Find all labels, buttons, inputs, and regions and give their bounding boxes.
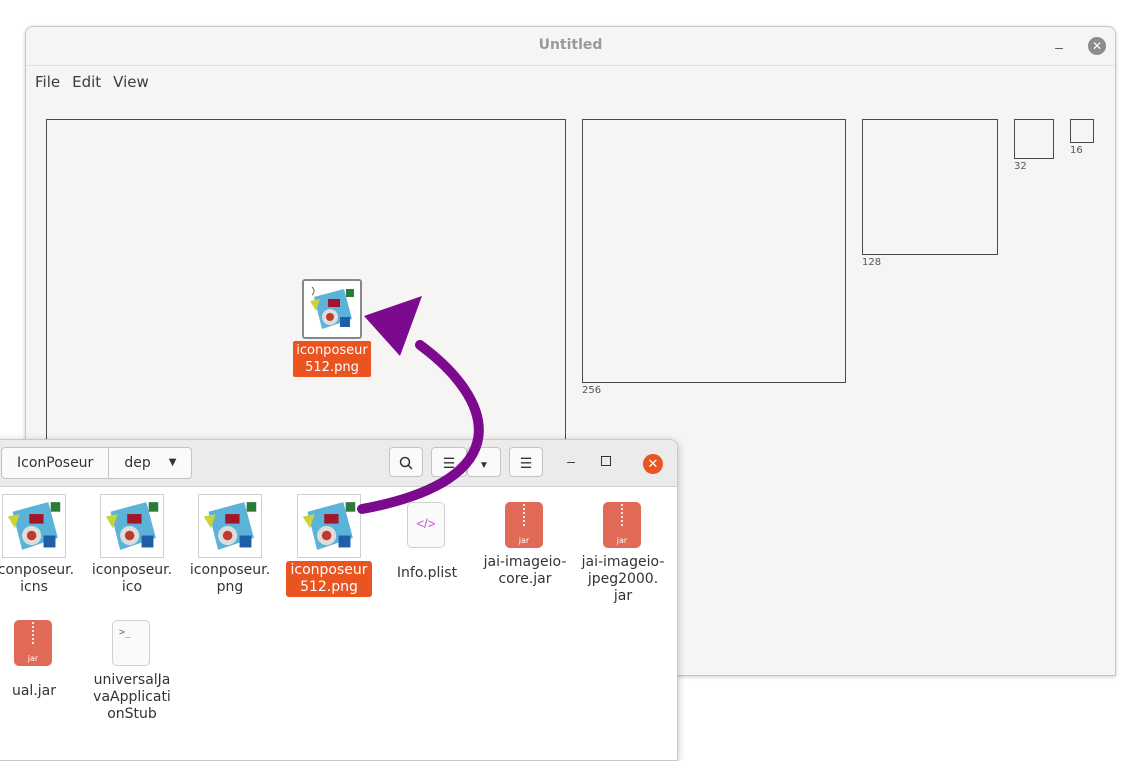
file-label: iconposeur. ico <box>91 562 173 595</box>
file-label: iconposeur. icns <box>0 562 75 595</box>
path-segment-label: dep <box>124 455 151 471</box>
slot-label-256: 256 <box>582 385 602 396</box>
file-item[interactable]: iconposeur. icns <box>0 494 81 597</box>
file-label: ual.jar <box>11 683 57 699</box>
file-item[interactable]: </> Info.plist <box>380 500 474 583</box>
menu-view[interactable]: View <box>112 71 150 93</box>
menu-edit[interactable]: Edit <box>71 71 102 93</box>
image-icon <box>100 494 164 558</box>
jar-file-icon: jar <box>591 500 655 564</box>
chevron-down-icon: ▼ <box>479 460 489 471</box>
icon-slot-32[interactable] <box>1014 119 1054 159</box>
minimize-button[interactable]: – <box>1047 34 1071 58</box>
path-segment-iconposeur[interactable]: IconPoseur <box>1 447 110 479</box>
close-button[interactable]: ✕ <box>1088 37 1106 55</box>
file-label: iconposeur 512.png <box>286 561 372 597</box>
file-manager-header[interactable]: IconPoseur dep ▼ ☰ ▼ ☰ – ✕ <box>0 440 677 487</box>
image-icon <box>297 494 361 558</box>
path-bar: IconPoseur dep ▼ <box>1 447 193 479</box>
file-item[interactable]: jar ual.jar <box>0 618 81 701</box>
slot-label-128: 128 <box>862 257 882 268</box>
xml-glyph: </> <box>416 516 436 531</box>
path-segment-dep[interactable]: dep ▼ <box>109 447 193 479</box>
icon-slot-16[interactable] <box>1070 119 1094 143</box>
view-options-button[interactable]: ▼ <box>467 447 501 477</box>
list-icon: ☰ <box>442 455 456 471</box>
jar-badge: jar <box>616 536 628 545</box>
titlebar[interactable]: Untitled – ✕ <box>26 27 1115 66</box>
menu-button[interactable]: ☰ <box>509 447 543 477</box>
file-item[interactable]: jar jai-imageio- jpeg2000. jar <box>576 500 670 606</box>
image-icon <box>2 494 66 558</box>
minimize-button[interactable]: – <box>559 450 583 474</box>
file-item[interactable]: jar jai-imageio- core.jar <box>478 500 572 589</box>
jar-file-icon: jar <box>2 618 66 682</box>
file-manager-window: IconPoseur dep ▼ ☰ ▼ ☰ – ✕ iconposeur. i… <box>0 439 678 761</box>
hamburger-icon: ☰ <box>519 455 533 471</box>
window-title: Untitled <box>538 37 603 53</box>
search-button[interactable] <box>389 447 423 477</box>
script-glyph: >_ <box>119 627 132 638</box>
script-file-icon: >_ <box>100 618 164 682</box>
menu-file[interactable]: File <box>34 71 61 93</box>
image-icon <box>302 279 362 339</box>
search-icon <box>399 456 413 470</box>
file-item[interactable]: iconposeur. png <box>183 494 277 597</box>
file-item[interactable]: iconposeur. ico <box>85 494 179 597</box>
file-label: iconposeur. png <box>189 562 271 595</box>
path-segment-label: IconPoseur <box>17 455 94 471</box>
file-label: Info.plist <box>396 565 458 581</box>
slot-label-16: 16 <box>1070 145 1083 156</box>
view-list-button[interactable]: ☰ <box>431 447 467 477</box>
slot-label-32: 32 <box>1014 161 1027 172</box>
file-item-selected[interactable]: iconposeur 512.png <box>282 494 376 597</box>
image-icon <box>198 494 262 558</box>
maximize-button[interactable] <box>601 456 611 466</box>
menubar: File Edit View <box>26 66 1115 98</box>
dragged-file[interactable]: iconposeur 512.png <box>290 279 374 377</box>
jar-badge: jar <box>518 536 530 545</box>
chevron-down-icon: ▼ <box>168 457 177 468</box>
jar-badge: jar <box>27 654 39 663</box>
dragged-file-name: iconposeur 512.png <box>296 343 368 375</box>
file-item[interactable]: >_ universalJa vaApplicati onStub <box>85 618 179 724</box>
icon-slot-128[interactable] <box>862 119 998 255</box>
dragged-file-label: iconposeur 512.png <box>293 341 371 377</box>
xml-file-icon: </> <box>395 500 459 564</box>
close-button[interactable]: ✕ <box>643 454 663 474</box>
icon-slot-256[interactable] <box>582 119 846 383</box>
jar-file-icon: jar <box>493 500 557 564</box>
